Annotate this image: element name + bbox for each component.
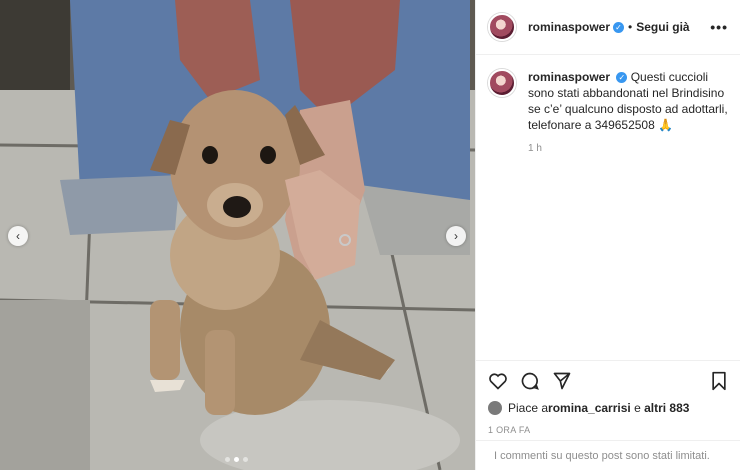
share-icon[interactable]	[552, 371, 572, 391]
post-actions: Piace a romina_carrisi e altri 883 1 ORA…	[476, 360, 740, 435]
next-slide-button[interactable]: ›	[446, 226, 466, 246]
caption-body: rominaspower ✓ Questi cuccioli sono stat…	[528, 69, 728, 157]
comment-icon[interactable]	[520, 371, 540, 391]
caption-comment: rominaspower ✓ Questi cuccioli sono stat…	[476, 55, 740, 157]
comments-limited-notice: I commenti su questo post sono stati lim…	[476, 440, 740, 470]
likes-summary: Piace a romina_carrisi e altri 883	[488, 401, 729, 415]
likes-others-link[interactable]: altri 883	[644, 401, 689, 415]
instagram-post: ‹ › rominaspower ✓ • Segui già ••• romin…	[0, 0, 740, 470]
post-timestamp[interactable]: 1 ORA FA	[488, 425, 729, 435]
post-media[interactable]: ‹ ›	[0, 0, 475, 470]
carousel-dot	[225, 457, 230, 462]
post-header: rominaspower ✓ • Segui già •••	[476, 0, 740, 55]
more-options-icon[interactable]: •••	[710, 19, 728, 35]
verified-badge-icon: ✓	[616, 72, 628, 84]
carousel-indicator	[225, 457, 248, 462]
liker-avatar	[488, 401, 502, 415]
carousel-dot-active	[234, 457, 239, 462]
puppy-photo	[0, 0, 475, 470]
likes-connector: e	[630, 401, 645, 415]
caption-age[interactable]: 1 h	[528, 141, 728, 157]
post-sidebar: rominaspower ✓ • Segui già ••• rominaspo…	[475, 0, 740, 470]
carousel-dot	[243, 457, 248, 462]
likes-user-link[interactable]: romina_carrisi	[548, 401, 631, 415]
author-avatar[interactable]	[488, 13, 516, 41]
header-separator: •	[628, 20, 633, 34]
following-button[interactable]: Segui già	[636, 20, 689, 34]
chevron-right-icon: ›	[454, 229, 458, 243]
author-username[interactable]: rominaspower	[528, 20, 610, 34]
heart-icon[interactable]	[488, 371, 508, 391]
chevron-left-icon: ‹	[16, 229, 20, 243]
previous-slide-button[interactable]: ‹	[8, 226, 28, 246]
caption-username[interactable]: rominaspower	[528, 70, 610, 84]
caption-avatar[interactable]	[488, 69, 516, 97]
bookmark-icon[interactable]	[709, 371, 729, 391]
verified-badge-icon: ✓	[613, 21, 625, 33]
likes-prefix: Piace a	[508, 401, 549, 415]
action-icons	[488, 367, 729, 395]
